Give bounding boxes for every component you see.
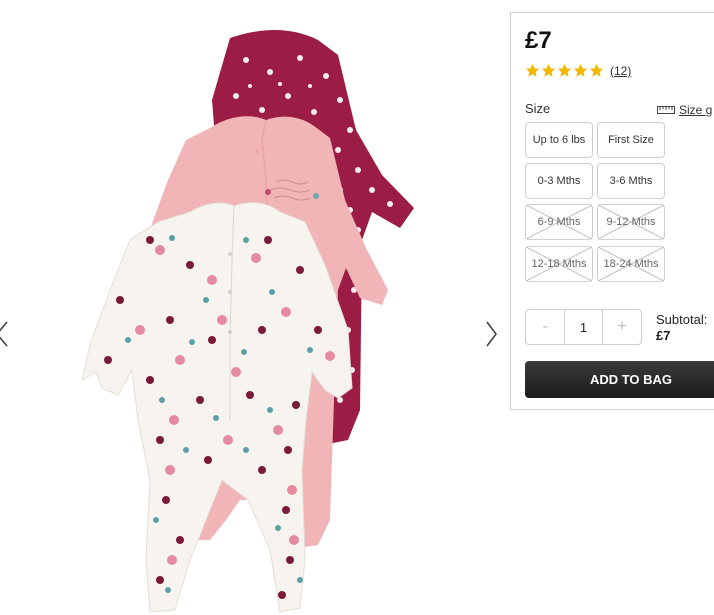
size-option-label: 6-9 Mths xyxy=(537,216,581,228)
size-option-18-24-mths[interactable]: 18-24 Mths xyxy=(597,246,665,282)
size-option-label: Up to 6 lbs xyxy=(532,134,586,146)
ruler-icon xyxy=(657,106,675,114)
size-label: Size xyxy=(525,101,551,116)
size-option-0-3-mths[interactable]: 0-3 Mths xyxy=(525,163,593,199)
size-option-up-to-6-lbs[interactable]: Up to 6 lbs xyxy=(525,122,593,158)
star-icon xyxy=(525,63,540,77)
chevron-left-icon[interactable] xyxy=(0,318,10,350)
baby-sleepsuits-product-image xyxy=(81,30,414,613)
size-option-label: First Size xyxy=(608,134,654,146)
reviews-link[interactable]: (12) xyxy=(610,64,631,78)
star-icon xyxy=(557,63,572,77)
star-icon xyxy=(541,63,556,77)
size-guide-label: Size g xyxy=(679,103,713,117)
rating: (12) xyxy=(525,63,631,78)
star-icon xyxy=(589,63,604,77)
size-guide-link[interactable]: Size g xyxy=(657,103,712,117)
subtotal: Subtotal: £7 xyxy=(656,312,707,344)
size-option-6-9-mths[interactable]: 6-9 Mths xyxy=(525,204,593,240)
quantity-decrease-button[interactable]: - xyxy=(526,310,564,344)
size-option-12-18-mths[interactable]: 12-18 Mths xyxy=(525,246,593,282)
size-option-label: 9-12 Mths xyxy=(606,216,656,228)
add-to-bag-button[interactable]: ADD TO BAG xyxy=(525,361,714,398)
quantity-stepper: - 1 + xyxy=(525,309,642,345)
size-option-first-size[interactable]: First Size xyxy=(597,122,665,158)
product-details-panel: £7 (12) Size Size g Up to 6 lbs First Si… xyxy=(510,12,714,410)
size-option-label: 18-24 Mths xyxy=(603,258,659,270)
product-image-gallery xyxy=(0,0,510,615)
size-option-3-6-mths[interactable]: 3-6 Mths xyxy=(597,163,665,199)
subtotal-amount: £7 xyxy=(656,328,671,343)
quantity-value[interactable]: 1 xyxy=(564,310,603,344)
chevron-right-icon[interactable] xyxy=(483,318,499,350)
quantity-increase-button[interactable]: + xyxy=(603,310,641,344)
subtotal-label: Subtotal: xyxy=(656,312,708,327)
star-icon xyxy=(573,63,588,77)
price: £7 xyxy=(525,27,552,54)
size-option-label: 12-18 Mths xyxy=(531,258,587,270)
size-option-label: 3-6 Mths xyxy=(609,175,653,187)
size-option-9-12-mths[interactable]: 9-12 Mths xyxy=(597,204,665,240)
size-option-label: 0-3 Mths xyxy=(537,175,581,187)
